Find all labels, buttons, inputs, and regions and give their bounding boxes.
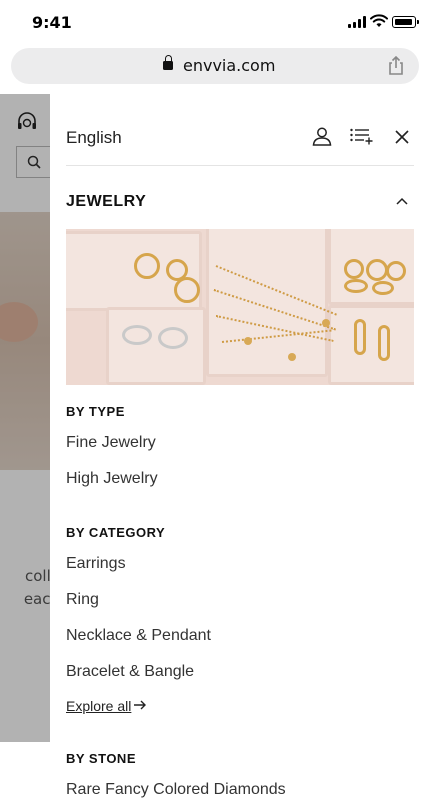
group-title-by-type: BY TYPE <box>66 404 125 419</box>
wifi-icon <box>370 14 388 27</box>
menu-item-high-jewelry[interactable]: High Jewelry <box>66 470 158 488</box>
explore-all-link[interactable]: Explore all <box>66 698 131 714</box>
section-title-jewelry[interactable]: JEWELRY <box>66 193 146 211</box>
menu-item-earrings[interactable]: Earrings <box>66 555 126 573</box>
group-title-by-stone: BY STONE <box>66 751 136 766</box>
close-icon[interactable] <box>394 129 410 145</box>
menu-item-fine-jewelry[interactable]: Fine Jewelry <box>66 434 156 452</box>
group-title-by-category: BY CATEGORY <box>66 525 166 540</box>
url-text[interactable]: envvia.com <box>183 56 275 75</box>
url-bar[interactable]: envvia.com <box>11 48 419 84</box>
signal-icon <box>348 16 368 28</box>
account-icon[interactable] <box>312 126 332 146</box>
menu-item-ring[interactable]: Ring <box>66 591 99 609</box>
list-add-icon[interactable] <box>350 128 374 146</box>
menu-item-necklace-pendant[interactable]: Necklace & Pendant <box>66 627 211 645</box>
status-bar: 9:41 <box>0 0 430 44</box>
battery-icon <box>392 16 419 28</box>
menu-item-rare-fancy-colored-diamonds[interactable]: Rare Fancy Colored Diamonds <box>66 781 286 799</box>
drawer-divider <box>66 165 414 166</box>
status-time: 9:41 <box>32 13 72 32</box>
jewelry-photo <box>66 229 414 385</box>
lock-icon <box>163 55 173 70</box>
menu-item-bracelet-bangle[interactable]: Bracelet & Bangle <box>66 663 194 681</box>
language-selector[interactable]: English <box>66 128 122 148</box>
share-icon[interactable] <box>387 56 405 76</box>
menu-drawer: English JEWELRY BY TYPE Fine Jewelry Hig… <box>50 94 430 799</box>
chevron-up-icon[interactable] <box>396 197 408 205</box>
arrow-right-icon[interactable] <box>133 699 147 711</box>
